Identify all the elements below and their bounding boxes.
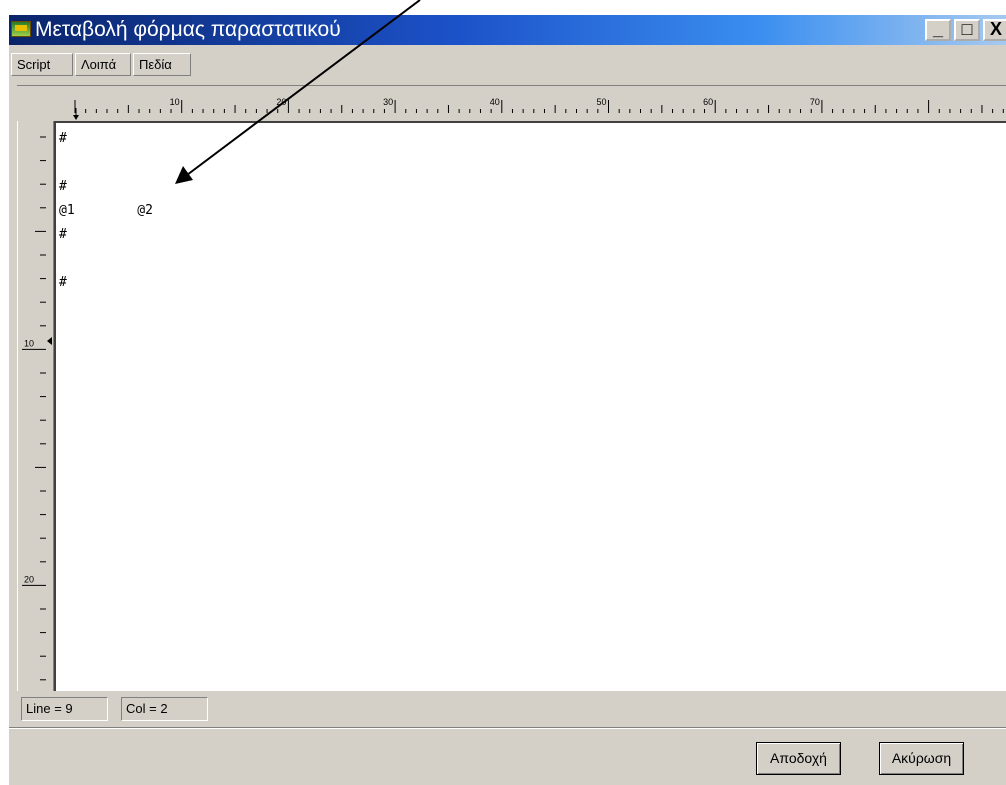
line-marker-icon[interactable] (47, 337, 52, 345)
tab-script[interactable]: Script (11, 53, 73, 76)
status-line-field: Line = 9 (21, 697, 108, 721)
editor-line[interactable]: # (59, 127, 67, 151)
status-col-field: Col = 2 (121, 697, 208, 721)
editor-line[interactable]: # (59, 175, 67, 199)
ruler-label: 10 (24, 338, 34, 348)
tab-fields[interactable]: Πεδία (133, 53, 191, 76)
separator (9, 727, 1006, 729)
editor-line[interactable]: @1 @2 (59, 199, 153, 223)
title-bar[interactable]: Μεταβολή φόρμας παραστατικού _ □ X (9, 15, 1006, 45)
accept-button[interactable]: Αποδοχή (756, 742, 841, 775)
tab-other[interactable]: Λοιπά (75, 53, 131, 76)
ruler-label: 10 (170, 97, 180, 107)
cancel-button[interactable]: Ακύρωση (879, 742, 964, 775)
vertical-ruler: 10 20 (17, 121, 54, 691)
vertical-ruler-scale: 10 20 (22, 136, 52, 681)
minimize-button[interactable]: _ (925, 19, 951, 41)
script-editor[interactable]: # # @1 @2 # # (54, 121, 1006, 691)
app-icon[interactable] (11, 21, 31, 37)
ruler-corner (17, 85, 64, 121)
ruler-label: 70 (810, 97, 820, 107)
ruler-label: 20 (24, 574, 34, 584)
editor-line[interactable]: # (59, 223, 67, 247)
ruler-label: 40 (490, 97, 500, 107)
window-title: Μεταβολή φόρμας παραστατικού (35, 18, 341, 41)
ruler-label: 60 (703, 97, 713, 107)
close-button[interactable]: X (983, 19, 1006, 41)
horizontal-ruler-scale: 10 20 30 40 50 60 70 (73, 97, 1004, 120)
maximize-button[interactable]: □ (954, 19, 980, 41)
ruler-label: 30 (383, 97, 393, 107)
editor-line[interactable]: # (59, 271, 67, 295)
form-editor-window: Μεταβολή φόρμας παραστατικού _ □ X Scrip… (8, 14, 1006, 785)
ruler-label: 50 (596, 97, 606, 107)
horizontal-ruler: 10 20 30 40 50 60 70 (64, 85, 1006, 121)
ruler-label: 20 (276, 97, 286, 107)
indent-marker-icon[interactable] (73, 115, 79, 120)
